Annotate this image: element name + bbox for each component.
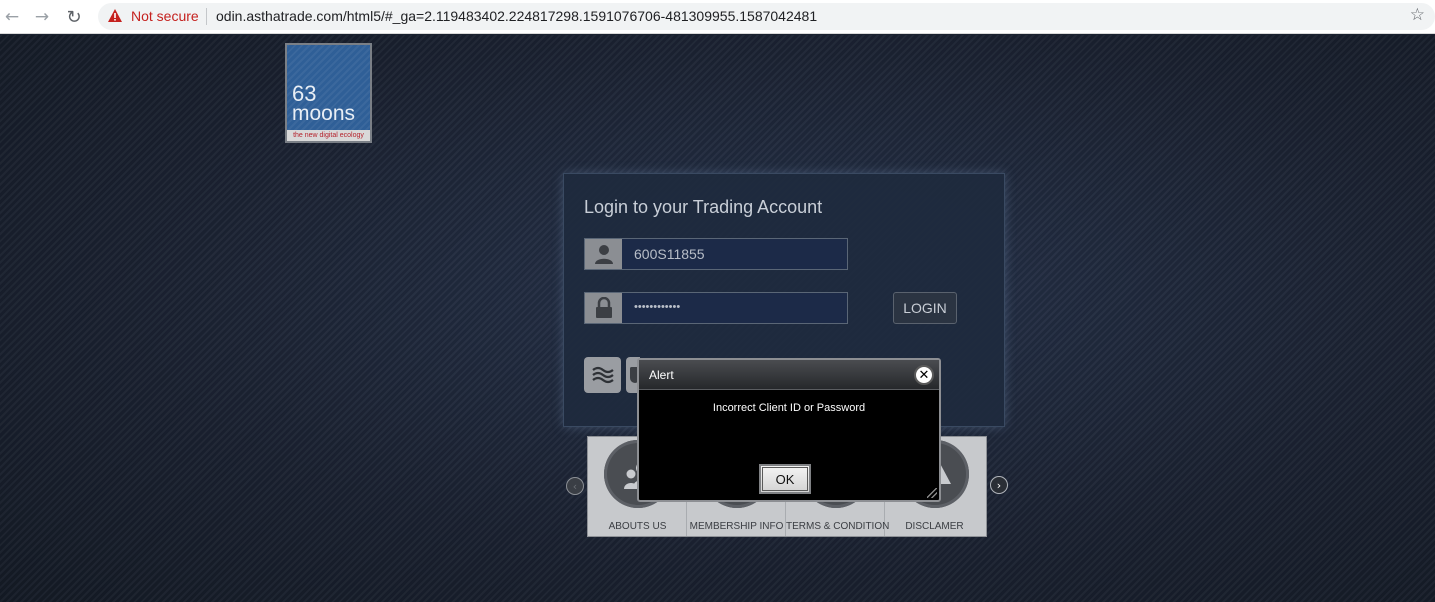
terms-condition-label: TERMS & CONDITION [786,521,890,532]
disclaimer-label: DISCLAMER [905,521,964,532]
reload-button[interactable]: ↻ [62,5,86,29]
back-button[interactable]: ← [0,5,24,29]
logo-tagline: the new digital ecology [287,130,370,141]
user-icon [585,239,622,269]
browser-toolbar: ← → ↻ Not secure odin.asthatrade.com/htm… [0,0,1435,34]
security-status[interactable]: Not secure [131,8,199,24]
address-bar[interactable]: Not secure odin.asthatrade.com/html5/#_g… [98,3,1435,30]
lock-icon [585,293,622,323]
close-icon[interactable]: ✕ [914,365,934,385]
arrow-left-icon: ← [4,7,20,27]
alert-title: Alert [649,368,674,382]
about-us-label: ABOUTS US [608,521,667,532]
arrow-right-icon: → [34,7,50,27]
ok-button-label: OK [762,467,808,491]
logo-wordmark: moons [292,102,356,125]
reload-icon: ↻ [66,6,82,28]
alert-message: Incorrect Client ID or Password [712,402,866,414]
warning-icon [108,9,122,22]
password-value[interactable]: •••••••••••• [634,301,680,313]
page-background: 63 moons the new digital ecology Login t… [0,35,1435,602]
login-title: Login to your Trading Account [584,197,823,217]
chevron-right-icon: › [996,478,1002,492]
forward-button[interactable]: → [30,5,54,29]
logo-panel: 63 moons [287,45,370,130]
client-id-value[interactable]: 600S11855 [634,246,705,262]
strip-prev-button[interactable]: ‹ [566,477,584,495]
login-button[interactable]: LOGIN [893,292,957,324]
star-icon[interactable]: ☆ [1410,5,1425,25]
alert-titlebar[interactable]: Alert ✕ [639,360,939,390]
alert-dialog: Alert ✕ Incorrect Client ID or Password … [637,358,941,502]
password-field[interactable]: •••••••••••• [584,292,848,324]
market-watch-button[interactable] [584,357,621,393]
address-divider [206,8,207,25]
url-text[interactable]: odin.asthatrade.com/html5/#_ga=2.1194834… [216,8,817,24]
client-id-field[interactable]: 600S11855 [584,238,848,270]
company-logo: 63 moons the new digital ecology [285,43,372,143]
membership-info-label: MEMBERSHIP INFO [689,521,784,532]
waves-icon [591,366,614,384]
ok-button[interactable]: OK [759,464,811,494]
strip-next-button[interactable]: › [990,476,1008,494]
chevron-left-icon: ‹ [572,479,578,493]
resize-grip-icon[interactable] [927,488,937,498]
